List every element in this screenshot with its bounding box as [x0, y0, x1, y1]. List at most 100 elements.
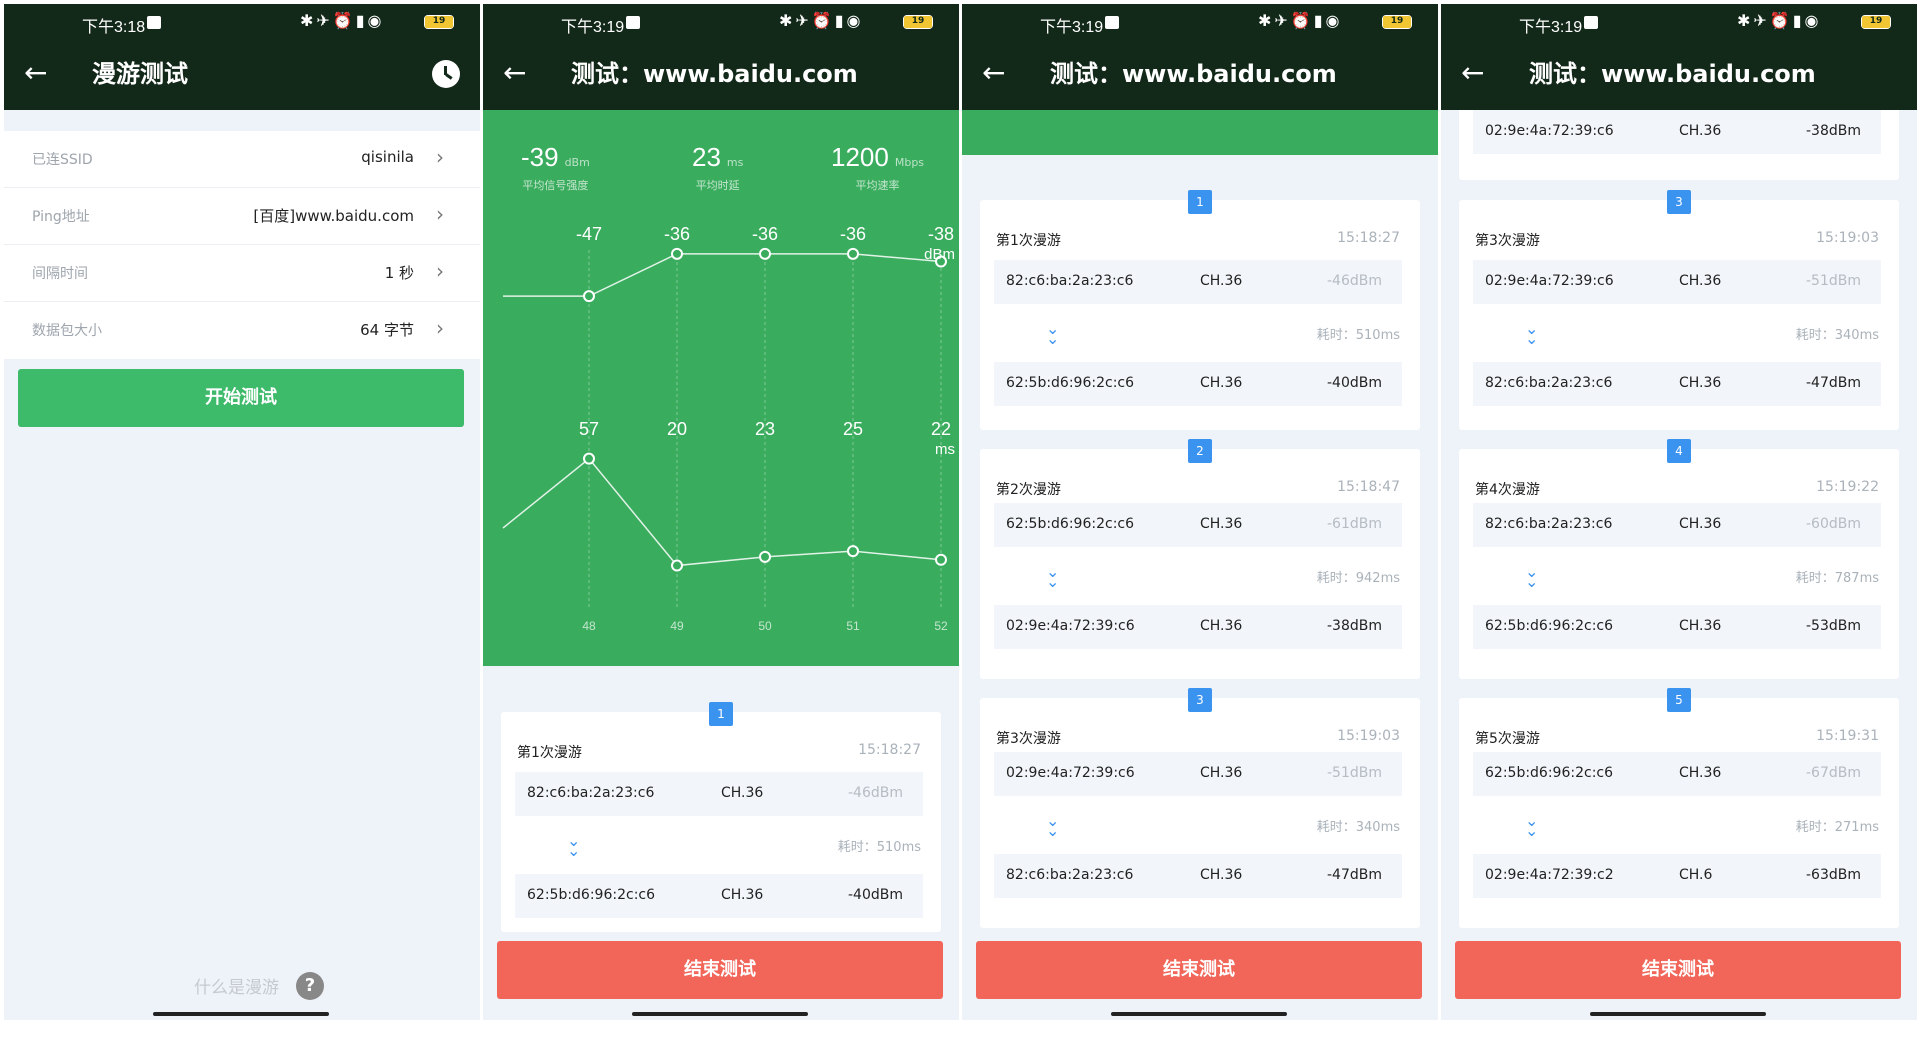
page-title: 测试：www.baidu.com	[1529, 60, 1816, 88]
setting-interval[interactable]: 间隔时间 1 秒 ›	[4, 245, 480, 302]
app-bar: ← 测试：www.baidu.com	[483, 40, 959, 110]
ap-mac: 62:5b:d6:96:2c:c6	[1485, 618, 1614, 634]
start-test-button[interactable]: 开始测试	[18, 369, 464, 427]
ap-channel: CH.6	[1679, 867, 1713, 883]
to-ap-row: 02:9e:4a:72:39:c6 CH.36 -38dBm	[1473, 110, 1881, 154]
ap-signal: -40dBm	[1327, 375, 1382, 391]
app-bar: ← 测试：www.baidu.com	[962, 40, 1438, 110]
ap-mac: 62:5b:d6:96:2c:c6	[1006, 516, 1135, 532]
data-label: 20	[667, 419, 687, 439]
data-label: 57	[579, 419, 599, 439]
ap-mac: 02:9e:4a:72:39:c6	[1006, 765, 1135, 781]
roam-cost: 耗时：510ms	[1316, 328, 1400, 343]
data-label: -36	[664, 224, 690, 244]
setting-packet-size[interactable]: 数据包大小 64 字节 ›	[4, 302, 480, 359]
ap-signal: -51dBm	[1806, 273, 1861, 289]
setting-label: 数据包大小	[32, 323, 102, 339]
to-ap-row: 82:c6:ba:2a:23:c6 CH.36 -47dBm	[1473, 362, 1881, 406]
data-point	[583, 290, 595, 303]
status-bar: 下午3:19 ✱✈⏰▮◉ 19	[483, 4, 959, 40]
double-chevron-down-icon: ⌄ ⌄	[567, 831, 581, 860]
roam-cost: 耗时：271ms	[1795, 820, 1879, 835]
roam-badge: 3	[1667, 190, 1691, 214]
back-arrow-icon[interactable]: ←	[24, 58, 47, 88]
ap-channel: CH.36	[1200, 273, 1243, 289]
app-bar: ← 漫游测试	[4, 40, 480, 110]
ap-mac: 62:5b:d6:96:2c:c6	[1006, 375, 1135, 391]
end-test-button[interactable]: 结束测试	[976, 941, 1422, 999]
ap-channel: CH.36	[1200, 765, 1243, 781]
status-icons: ✱✈⏰▮◉	[1258, 11, 1343, 30]
roam-time: 15:18:47	[1337, 479, 1400, 495]
roam-title: 第3次漫游	[1475, 233, 1540, 249]
what-is-roaming-link[interactable]: 什么是漫游	[194, 973, 279, 998]
ap-mac: 62:5b:d6:96:2c:c6	[527, 887, 656, 903]
from-ap-row: 62:5b:d6:96:2c:c6 CH.36 -61dBm	[994, 503, 1402, 547]
ap-mac: 82:c6:ba:2a:23:c6	[1006, 273, 1134, 289]
battery-icon: 19	[424, 15, 454, 29]
notification-icon	[626, 16, 640, 29]
back-arrow-icon[interactable]: ←	[982, 58, 1005, 88]
to-ap-row: 62:5b:d6:96:2c:c6 CH.36 -40dBm	[515, 874, 923, 918]
from-ap-row: 02:9e:4a:72:39:c6 CH.36 -51dBm	[994, 752, 1402, 796]
x-tick-label: 48	[582, 619, 596, 633]
data-point	[935, 553, 947, 566]
roam-badge: 3	[1188, 688, 1212, 712]
roam-title: 第2次漫游	[996, 482, 1061, 498]
roam-time: 15:19:31	[1816, 728, 1879, 744]
roam-card: 2 第2次漫游 15:18:47 62:5b:d6:96:2c:c6 CH.36…	[980, 439, 1420, 679]
ap-channel: CH.36	[1200, 375, 1243, 391]
battery-icon: 19	[903, 15, 933, 29]
roaming-history-screen: 下午3:19 ✱✈⏰▮◉ 19 ← 测试：www.baidu.com 02:9e…	[1441, 4, 1917, 1020]
ap-signal: -60dBm	[1806, 516, 1861, 532]
home-indicator[interactable]	[1111, 1012, 1287, 1016]
to-ap-row: 62:5b:d6:96:2c:c6 CH.36 -40dBm	[994, 362, 1402, 406]
data-point	[671, 247, 683, 260]
ap-channel: CH.36	[1679, 123, 1722, 139]
roam-badge: 4	[1667, 439, 1691, 463]
back-arrow-icon[interactable]: ←	[1461, 58, 1484, 88]
help-question-icon[interactable]: ?	[296, 972, 324, 1000]
ap-signal: -40dBm	[848, 887, 903, 903]
data-point	[671, 559, 683, 572]
status-time: 下午3:19	[561, 19, 625, 36]
roam-time: 15:18:27	[1337, 230, 1400, 246]
x-tick-label: 50	[758, 619, 772, 633]
history-clock-icon[interactable]	[432, 60, 460, 88]
ap-channel: CH.36	[721, 887, 764, 903]
data-label: 23	[755, 419, 775, 439]
ap-signal: -47dBm	[1327, 867, 1382, 883]
data-point	[759, 550, 771, 563]
roam-time: 15:19:22	[1816, 479, 1879, 495]
home-indicator[interactable]	[153, 1012, 329, 1016]
chevron-right-icon: ›	[436, 259, 444, 283]
ap-mac: 82:c6:ba:2a:23:c6	[1485, 516, 1613, 532]
roam-title: 第1次漫游	[996, 233, 1061, 249]
roam-card: 3 第3次漫游 15:19:03 02:9e:4a:72:39:c6 CH.36…	[980, 688, 1420, 928]
end-test-button[interactable]: 结束测试	[497, 941, 943, 999]
home-indicator[interactable]	[632, 1012, 808, 1016]
ap-signal: -53dBm	[1806, 618, 1861, 634]
to-ap-row: 62:5b:d6:96:2c:c6 CH.36 -53dBm	[1473, 605, 1881, 649]
setting-ping-address[interactable]: Ping地址 [百度]www.baidu.com ›	[4, 188, 480, 245]
chevron-right-icon: ›	[436, 145, 444, 169]
setting-ssid[interactable]: 已连SSID qisinila ›	[4, 131, 480, 188]
ap-mac: 82:c6:ba:2a:23:c6	[1485, 375, 1613, 391]
roam-time: 15:18:27	[858, 742, 921, 758]
x-tick-label: 49	[670, 619, 684, 633]
from-ap-row: 62:5b:d6:96:2c:c6 CH.36 -67dBm	[1473, 752, 1881, 796]
stats-chart-area	[962, 110, 1438, 155]
notification-icon	[147, 16, 161, 29]
ap-signal: -61dBm	[1327, 516, 1382, 532]
home-indicator[interactable]	[1590, 1012, 1766, 1016]
roam-title: 第4次漫游	[1475, 482, 1540, 498]
roam-badge: 2	[1188, 439, 1212, 463]
ap-channel: CH.36	[1679, 516, 1722, 532]
double-chevron-down-icon: ⌄ ⌄	[1046, 319, 1060, 348]
end-test-button[interactable]: 结束测试	[1455, 941, 1901, 999]
ap-mac: 02:9e:4a:72:39:c6	[1485, 273, 1614, 289]
back-arrow-icon[interactable]: ←	[503, 58, 526, 88]
ap-channel: CH.36	[1679, 375, 1722, 391]
series-line	[503, 253, 942, 297]
notification-icon	[1105, 16, 1119, 29]
